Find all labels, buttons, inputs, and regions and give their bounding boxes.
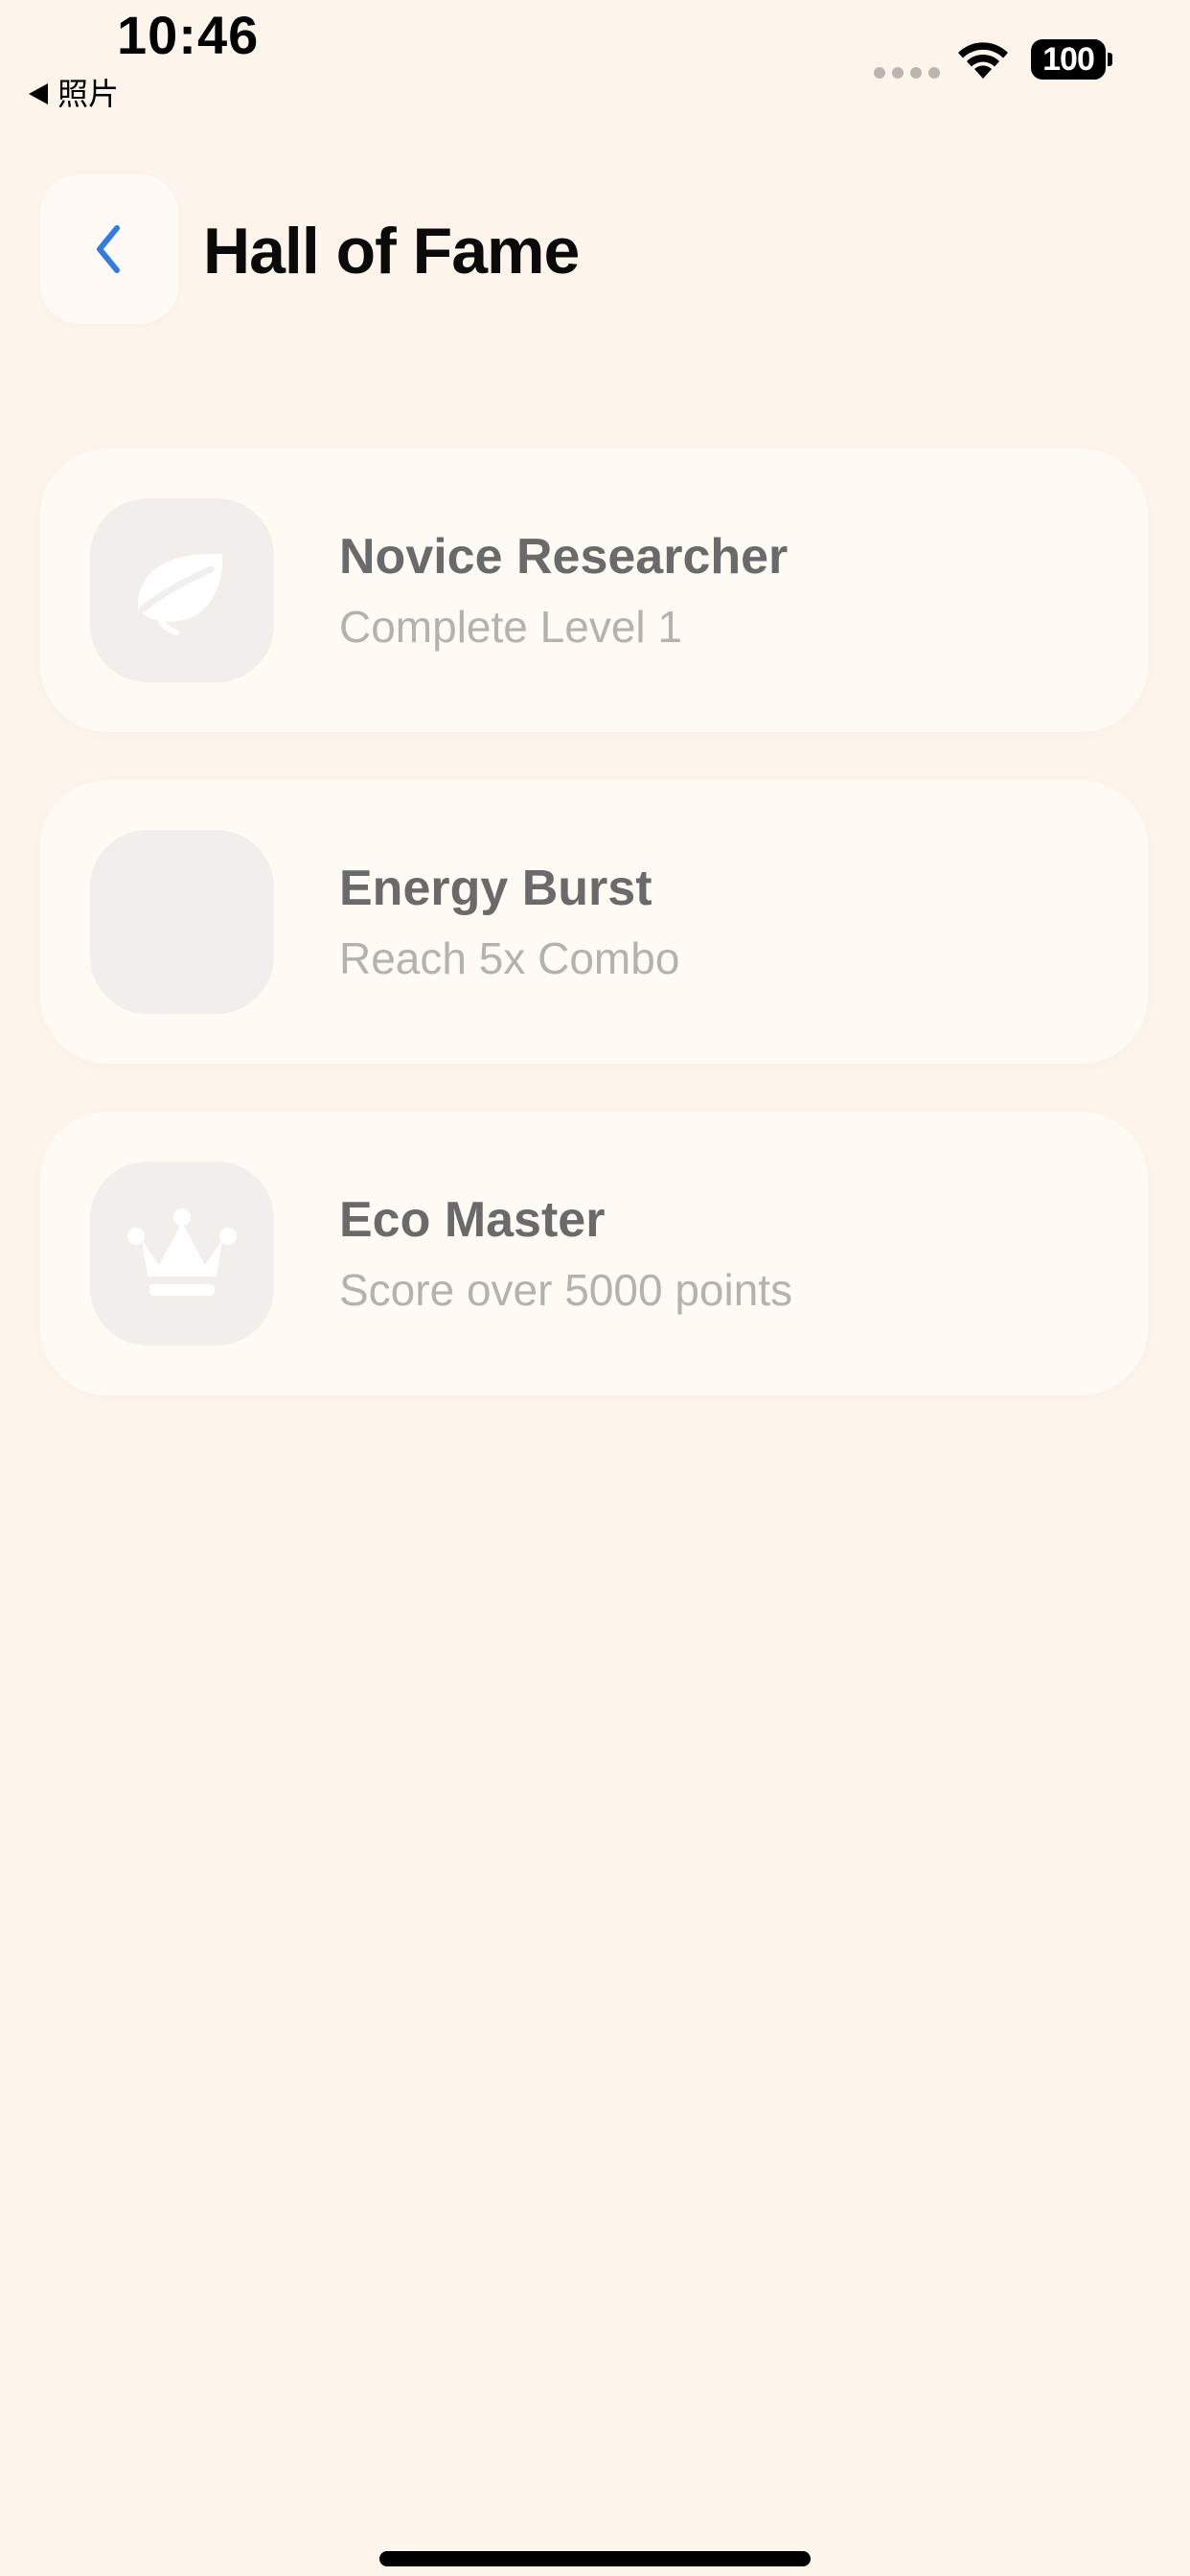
leaf-icon xyxy=(137,553,223,635)
achievement-badge xyxy=(90,498,274,682)
wifi-icon xyxy=(958,42,1008,79)
achievement-description: Complete Level 1 xyxy=(339,602,682,652)
return-to-app-link[interactable]: 照片 xyxy=(29,75,119,113)
achievement-card-energy-burst[interactable]: Energy Burst Reach 5x Combo xyxy=(40,780,1148,1064)
chevron-left-icon xyxy=(97,225,120,273)
status-time: 10:46 xyxy=(117,5,260,65)
battery-level: 100 xyxy=(1031,39,1106,80)
achievement-description: Score over 5000 points xyxy=(339,1265,793,1315)
home-indicator[interactable] xyxy=(379,2551,811,2566)
achievement-badge xyxy=(90,830,274,1014)
crown-icon xyxy=(127,1208,237,1296)
cellular-signal-icon xyxy=(874,67,940,79)
achievement-title: Eco Master xyxy=(339,1192,606,1248)
achievement-description: Reach 5x Combo xyxy=(339,933,680,983)
achievement-badge xyxy=(90,1162,274,1346)
page-title: Hall of Fame xyxy=(203,215,580,288)
achievement-title: Energy Burst xyxy=(339,861,652,916)
battery-icon: 100 xyxy=(1031,38,1113,80)
achievement-title: Novice Researcher xyxy=(339,529,789,585)
back-triangle-icon xyxy=(29,83,48,104)
back-button[interactable] xyxy=(40,174,178,324)
return-app-label: 照片 xyxy=(57,77,120,111)
achievement-card-novice-researcher[interactable]: Novice Researcher Complete Level 1 xyxy=(40,448,1148,732)
achievement-card-eco-master[interactable]: Eco Master Score over 5000 points xyxy=(40,1112,1148,1395)
